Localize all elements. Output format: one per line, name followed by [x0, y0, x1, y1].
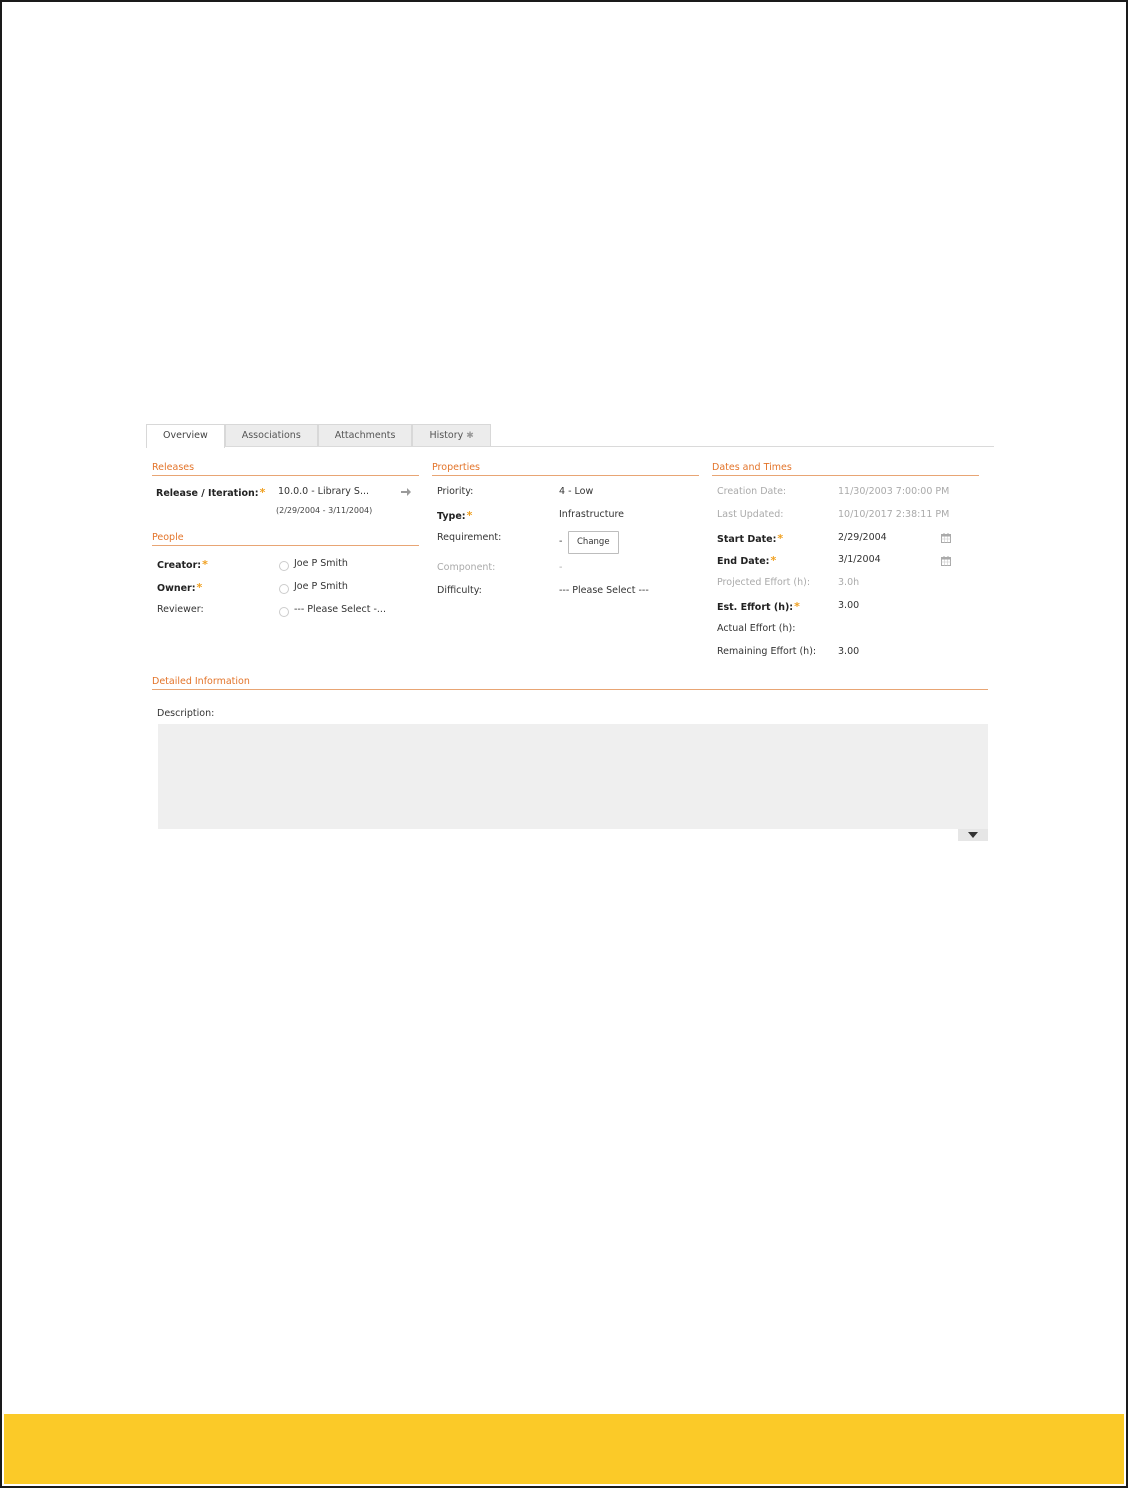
projected-effort-label: Projected Effort (h):: [717, 577, 811, 588]
required-marker: *: [259, 486, 266, 499]
section-title-detailed: Detailed Information: [152, 676, 988, 690]
calendar-icon[interactable]: [941, 556, 951, 566]
owner-radio[interactable]: [279, 584, 289, 594]
required-marker: *: [777, 532, 784, 545]
section-title-properties: Properties: [432, 462, 699, 476]
start-date-label: Start Date:*: [717, 532, 783, 545]
creator-label-text: Creator:: [157, 560, 202, 571]
est-effort-label: Est. Effort (h):*: [717, 600, 800, 613]
tab-divider: [146, 446, 994, 447]
tab-bar: Overview Associations Attachments Histor…: [146, 424, 491, 448]
description-label: Description:: [157, 708, 215, 719]
end-date-label: End Date:*: [717, 554, 776, 567]
change-button[interactable]: Change: [568, 531, 619, 554]
tab-attachments-label: Attachments: [334, 430, 396, 441]
last-updated-value: 10/10/2017 2:38:11 PM: [838, 509, 950, 520]
owner-value[interactable]: Joe P Smith: [294, 581, 348, 592]
tab-associations[interactable]: Associations: [224, 424, 318, 447]
calendar-icon[interactable]: [941, 533, 951, 543]
release-iteration-label: Release / Iteration:*: [156, 486, 265, 499]
pin-icon: ✱: [466, 431, 474, 441]
release-iteration-value[interactable]: 10.0.0 - Library S...: [278, 486, 369, 497]
priority-label: Priority:: [437, 486, 474, 497]
est-effort-label-text: Est. Effort (h):: [717, 602, 794, 613]
tab-overview[interactable]: Overview: [146, 424, 225, 448]
description-editor[interactable]: [158, 724, 988, 829]
release-dates: (2/29/2004 - 3/11/2004): [276, 506, 373, 515]
requirement-value: -: [559, 536, 563, 547]
editor-expand-toggle[interactable]: [958, 829, 988, 841]
release-iteration-label-text: Release / Iteration:: [156, 488, 259, 499]
owner-label: Owner:*: [157, 581, 202, 594]
creation-date-value: 11/30/2003 7:00:00 PM: [838, 486, 950, 497]
start-date-input[interactable]: 2/29/2004: [838, 532, 887, 543]
creator-value[interactable]: Joe P Smith: [294, 558, 348, 569]
required-marker: *: [202, 558, 208, 571]
remaining-effort-input[interactable]: 3.00: [838, 646, 859, 657]
required-marker: *: [794, 600, 800, 613]
component-value: -: [559, 562, 563, 573]
difficulty-select[interactable]: --- Please Select ---: [559, 585, 649, 596]
creator-label: Creator:*: [157, 558, 208, 571]
section-title-people: People: [152, 532, 419, 546]
type-label: Type:*: [437, 509, 472, 522]
required-marker: *: [466, 509, 473, 522]
remaining-effort-label: Remaining Effort (h):: [717, 646, 817, 657]
last-updated-label: Last Updated:: [717, 509, 784, 520]
projected-effort-value: 3.0h: [838, 577, 860, 588]
arrow-right-icon[interactable]: [400, 487, 412, 497]
required-marker: *: [770, 554, 777, 567]
tab-history-label: History: [429, 430, 464, 441]
owner-label-text: Owner:: [157, 583, 196, 594]
est-effort-input[interactable]: 3.00: [838, 600, 859, 611]
component-label: Component:: [437, 562, 496, 573]
type-label-text: Type:: [437, 511, 466, 522]
creator-radio[interactable]: [279, 561, 289, 571]
requirement-label: Requirement:: [437, 532, 502, 543]
reviewer-value[interactable]: --- Please Select -...: [294, 604, 386, 615]
required-marker: *: [196, 581, 203, 594]
tab-history[interactable]: History ✱: [412, 424, 491, 447]
start-date-label-text: Start Date:: [717, 534, 777, 545]
creation-date-label: Creation Date:: [717, 486, 787, 497]
type-value[interactable]: Infrastructure: [559, 509, 624, 520]
reviewer-label: Reviewer:: [157, 604, 204, 615]
section-title-releases: Releases: [152, 462, 419, 476]
caret-down-icon: [968, 832, 978, 838]
tab-associations-label: Associations: [241, 430, 301, 441]
tab-attachments[interactable]: Attachments: [317, 424, 413, 447]
end-date-input[interactable]: 3/1/2004: [838, 554, 881, 565]
page-frame: Overview Associations Attachments Histor…: [0, 0, 1128, 1488]
actual-effort-label: Actual Effort (h):: [717, 623, 796, 634]
difficulty-label: Difficulty:: [437, 585, 482, 596]
footer-bar: [4, 1414, 1124, 1484]
reviewer-radio[interactable]: [279, 607, 289, 617]
tab-overview-label: Overview: [163, 430, 208, 441]
end-date-label-text: End Date:: [717, 556, 770, 567]
priority-value[interactable]: 4 - Low: [559, 486, 593, 497]
section-title-dates: Dates and Times: [712, 462, 979, 476]
